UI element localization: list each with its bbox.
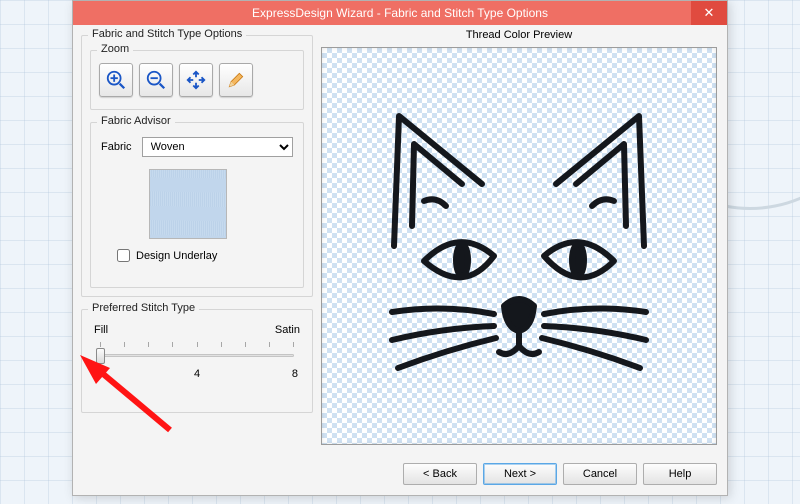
fabric-label: Fabric [101,141,132,153]
zoom-out-icon [145,69,167,91]
slider-value-0: 0 [96,368,102,380]
next-button[interactable]: Next > [483,463,557,485]
fabric-select[interactable]: Woven [142,137,293,157]
fabric-advisor-groupbox: Fabric Advisor Fabric Woven Design Under… [90,122,304,288]
options-groupbox: Fabric and Stitch Type Options Zoom [81,35,313,297]
close-button[interactable]: ✕ [691,1,727,25]
stitch-slider[interactable] [100,342,294,366]
stitch-fill-label: Fill [94,324,108,336]
dialog-button-row: < Back Next > Cancel Help [403,463,717,485]
zoom-fit-button[interactable] [179,63,213,97]
titlebar: ExpressDesign Wizard - Fabric and Stitch… [73,1,727,25]
dialog-window: ExpressDesign Wizard - Fabric and Stitch… [72,0,728,496]
cat-face-preview [354,96,684,396]
slider-value-4: 4 [194,368,200,380]
zoom-legend: Zoom [97,43,133,55]
edit-tool-button[interactable] [219,63,253,97]
slider-ticks [100,342,294,347]
stitch-satin-label: Satin [275,324,300,336]
dialog-title: ExpressDesign Wizard - Fabric and Stitch… [73,6,727,20]
fabric-swatch [149,169,227,239]
cancel-button[interactable]: Cancel [563,463,637,485]
back-button[interactable]: < Back [403,463,477,485]
slider-track [100,354,294,357]
close-icon: ✕ [704,5,715,21]
zoom-in-icon [105,69,127,91]
fabric-advisor-legend: Fabric Advisor [97,115,175,127]
zoom-groupbox: Zoom [90,50,304,110]
slider-value-8: 8 [292,368,298,380]
thread-preview [321,47,717,445]
zoom-fit-icon [185,69,207,91]
zoom-out-button[interactable] [139,63,173,97]
help-button[interactable]: Help [643,463,717,485]
design-underlay-checkbox[interactable] [117,249,130,262]
pencil-icon [226,70,246,90]
dialog-content: Fabric and Stitch Type Options Zoom [73,25,727,495]
slider-thumb[interactable] [96,348,105,364]
options-legend: Fabric and Stitch Type Options [88,28,246,40]
preview-label: Thread Color Preview [321,29,717,41]
design-underlay-label: Design Underlay [136,250,217,262]
zoom-in-button[interactable] [99,63,133,97]
stitch-type-groupbox: Preferred Stitch Type Fill Satin 0 4 8 [81,309,313,413]
stitch-type-legend: Preferred Stitch Type [88,302,199,314]
